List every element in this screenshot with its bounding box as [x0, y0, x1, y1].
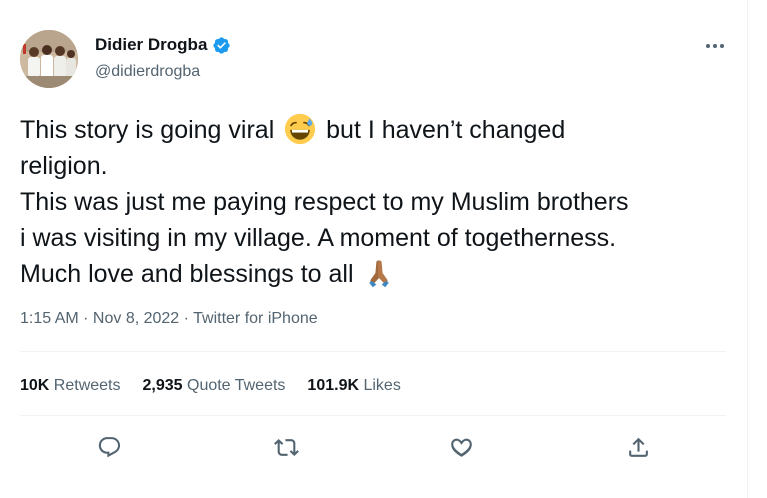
divider-top	[20, 351, 726, 352]
tweet-actions	[0, 430, 748, 464]
tweet-line-1-start: This story is going viral	[20, 116, 282, 144]
more-options-icon[interactable]	[703, 36, 727, 56]
verified-badge-icon	[212, 36, 231, 55]
tweet-source-link[interactable]: Twitter for iPhone	[193, 310, 318, 327]
meta-separator-1: ·	[78, 310, 93, 327]
tweet-line-1: This story is going viral but I haven’t …	[20, 112, 732, 148]
reply-button[interactable]	[92, 430, 126, 464]
grinning-face-with-sweat-emoji-icon	[284, 113, 316, 145]
tweet-line-2: religion.	[20, 152, 108, 180]
quote-tweets-label: Quote Tweets	[182, 377, 286, 394]
like-button[interactable]	[444, 430, 478, 464]
author-display-name[interactable]: Didier Drogba	[95, 34, 207, 56]
retweet-icon	[273, 438, 299, 456]
tweet-date[interactable]: Nov 8, 2022	[93, 310, 179, 327]
divider-bottom	[20, 415, 726, 416]
quote-tweets-count: 2,935	[142, 377, 183, 394]
group-photo-avatar-icon	[20, 30, 78, 88]
retweets-stat[interactable]: 10K Retweets	[20, 375, 121, 397]
quote-tweets-stat[interactable]: 2,935 Quote Tweets	[143, 375, 286, 397]
likes-label: Likes	[359, 377, 401, 394]
tweet-line-4: i was visiting in my village. A moment o…	[20, 224, 617, 252]
tweet-line-1-end: but I haven’t changed	[319, 116, 566, 144]
engagement-stats: 10K Retweets 2,935 Quote Tweets 101.9K L…	[20, 375, 401, 397]
retweets-count: 10K	[20, 377, 50, 394]
author-handle[interactable]: @didierdrogba	[95, 62, 200, 82]
reply-icon	[98, 436, 120, 457]
like-icon	[450, 438, 472, 457]
likes-count: 101.9K	[307, 377, 360, 394]
tweet-card: Didier Drogba @didierdrogba This story i…	[0, 0, 748, 498]
author-name-row: Didier Drogba	[95, 34, 231, 56]
tweet-meta: 1:15 AM · Nov 8, 2022 · Twitter for iPho…	[20, 308, 318, 330]
retweet-button[interactable]	[269, 430, 303, 464]
retweets-label: Retweets	[49, 377, 121, 394]
tweet-time[interactable]: 1:15 AM	[20, 310, 79, 327]
tweet-text: This story is going viral but I haven’t …	[20, 112, 732, 292]
tweet-line-5: Much love and blessings to all	[20, 256, 732, 292]
meta-separator-2: ·	[179, 310, 194, 327]
share-button[interactable]	[621, 430, 655, 464]
tweet-line-3: This was just me paying respect to my Mu…	[20, 188, 629, 216]
likes-stat[interactable]: 101.9K Likes	[307, 375, 400, 397]
folded-hands-emoji-icon	[363, 257, 395, 289]
avatar[interactable]	[20, 30, 78, 88]
share-icon	[628, 437, 648, 457]
tweet-line-5-text: Much love and blessings to all	[20, 260, 361, 288]
